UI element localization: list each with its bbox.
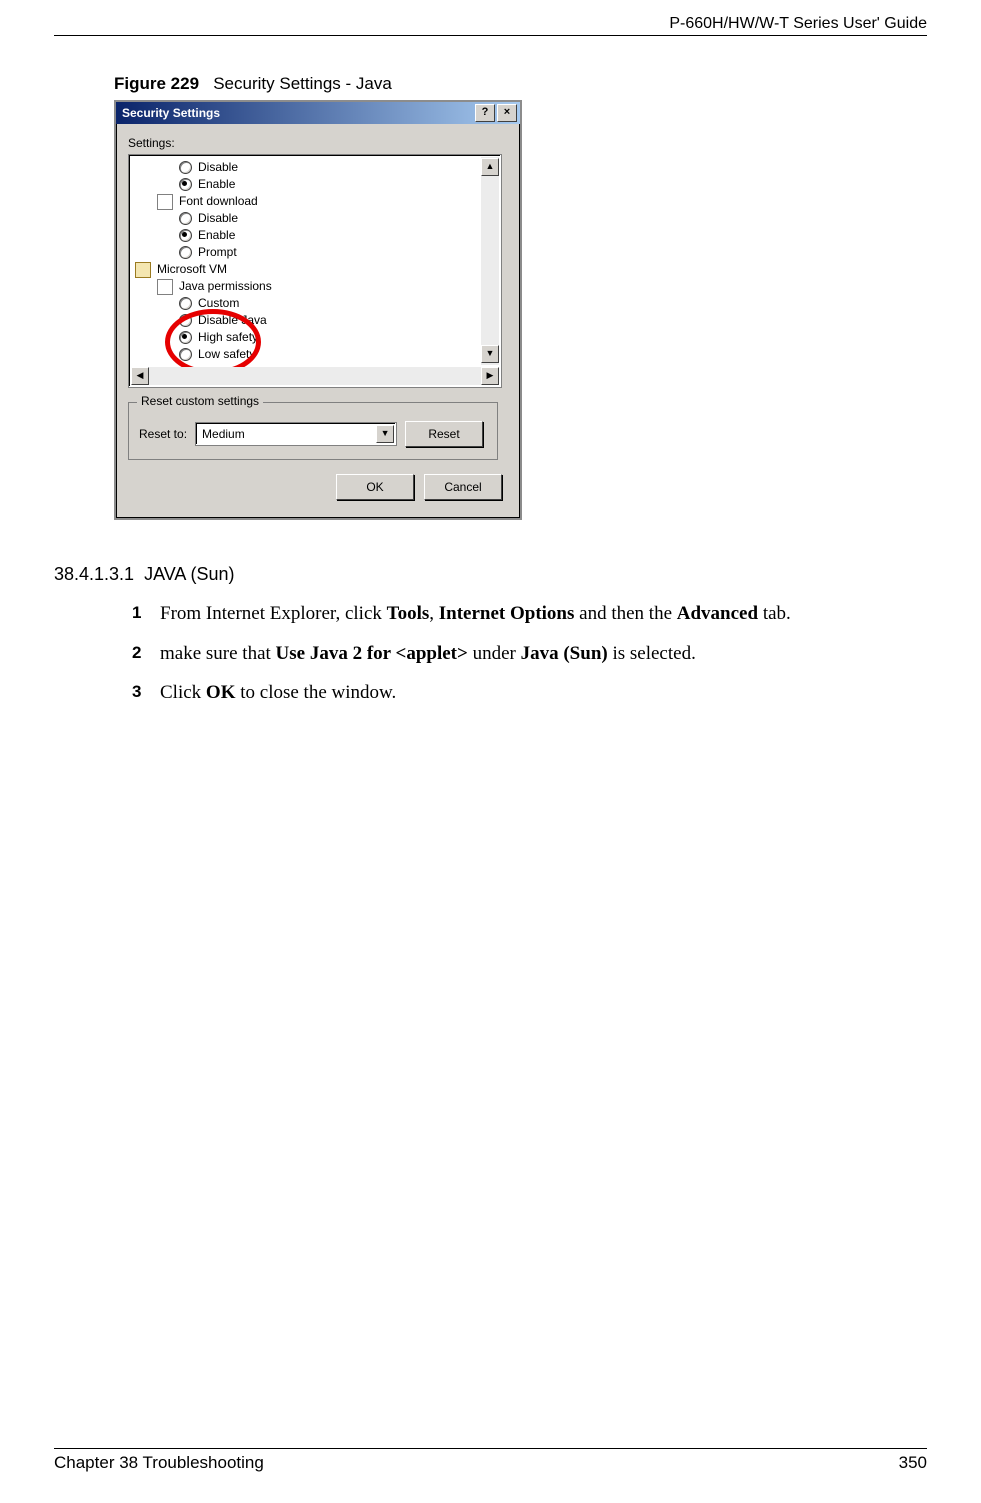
section-number: 38.4.1.3.1	[54, 564, 134, 584]
scroll-right-icon[interactable]: ▶	[481, 367, 499, 385]
radio-label: Low safety	[198, 346, 255, 363]
settings-tree[interactable]: Disable Enable Font download Disable Ena…	[128, 154, 502, 388]
chevron-down-icon[interactable]: ▼	[376, 425, 394, 443]
radio-label: Custom	[198, 295, 239, 312]
step-number: 1	[132, 602, 141, 625]
close-icon[interactable]: ×	[497, 104, 517, 122]
section-title: JAVA (Sun)	[144, 564, 234, 584]
vertical-scrollbar[interactable]: ▲ ▼	[481, 157, 499, 365]
radio-medium-safety[interactable]: Medium safety	[135, 363, 477, 365]
radio-disable-2[interactable]: Disable	[135, 210, 477, 227]
doc-icon	[157, 279, 173, 295]
radio-label: High safety	[198, 329, 258, 346]
radio-disable-java[interactable]: Disable Java	[135, 312, 477, 329]
figure-caption-text: Security Settings - Java	[213, 74, 392, 93]
reset-to-combo[interactable]: Medium ▼	[195, 422, 397, 446]
radio-label: Prompt	[198, 244, 237, 261]
figure-label: Figure 229	[114, 74, 199, 93]
radio-label: Medium safety	[198, 363, 276, 365]
step-list: 1 From Internet Explorer, click Tools, I…	[54, 601, 927, 706]
running-header: P-660H/HW/W-T Series User' Guide	[669, 15, 927, 33]
scroll-left-icon[interactable]: ◀	[131, 367, 149, 385]
reset-button[interactable]: Reset	[405, 421, 483, 447]
help-icon[interactable]: ?	[475, 104, 495, 122]
java-permissions-node: Java permissions	[135, 278, 477, 295]
radio-custom[interactable]: Custom	[135, 295, 477, 312]
reset-groupbox: Reset custom settings Reset to: Medium ▼…	[128, 402, 498, 460]
reset-to-value: Medium	[202, 427, 245, 441]
dialog-titlebar: Security Settings ? ×	[116, 102, 520, 124]
settings-label: Settings:	[128, 136, 508, 150]
radio-prompt[interactable]: Prompt	[135, 244, 477, 261]
folder-icon	[135, 262, 151, 278]
step-1: 1 From Internet Explorer, click Tools, I…	[160, 601, 927, 627]
tree-label: Java permissions	[179, 278, 272, 295]
step-2: 2 make sure that Use Java 2 for <applet>…	[160, 641, 927, 667]
reset-to-label: Reset to:	[139, 427, 187, 441]
download-icon	[157, 194, 173, 210]
radio-high-safety[interactable]: High safety	[135, 329, 477, 346]
security-settings-dialog: Security Settings ? × Settings: Disable …	[114, 100, 522, 520]
cancel-button[interactable]: Cancel	[424, 474, 502, 500]
radio-enable-2[interactable]: Enable	[135, 227, 477, 244]
radio-label: Disable	[198, 159, 238, 176]
microsoft-vm-node: Microsoft VM	[135, 261, 477, 278]
radio-enable-1[interactable]: Enable	[135, 176, 477, 193]
radio-label: Enable	[198, 227, 235, 244]
tree-label: Font download	[179, 193, 258, 210]
radio-low-safety[interactable]: Low safety	[135, 346, 477, 363]
figure-caption: Figure 229 Security Settings - Java	[114, 74, 927, 94]
step-3: 3 Click OK to close the window.	[160, 680, 927, 706]
footer-chapter: Chapter 38 Troubleshooting	[54, 1453, 264, 1473]
dialog-title: Security Settings	[122, 106, 220, 120]
horizontal-scrollbar[interactable]: ◀ ▶	[131, 367, 499, 385]
tree-label: Microsoft VM	[157, 261, 227, 278]
step-number: 2	[132, 642, 141, 665]
radio-label: Disable Java	[198, 312, 267, 329]
ok-button[interactable]: OK	[336, 474, 414, 500]
scroll-up-icon[interactable]: ▲	[481, 158, 499, 176]
section-heading: 38.4.1.3.1 JAVA (Sun)	[54, 564, 927, 585]
radio-disable-1[interactable]: Disable	[135, 159, 477, 176]
scroll-down-icon[interactable]: ▼	[481, 345, 499, 363]
radio-label: Disable	[198, 210, 238, 227]
step-number: 3	[132, 681, 141, 704]
radio-label: Enable	[198, 176, 235, 193]
font-download-node: Font download	[135, 193, 477, 210]
page-footer: Chapter 38 Troubleshooting 350	[54, 1448, 927, 1473]
reset-group-title: Reset custom settings	[137, 394, 263, 408]
footer-page-number: 350	[899, 1453, 927, 1473]
